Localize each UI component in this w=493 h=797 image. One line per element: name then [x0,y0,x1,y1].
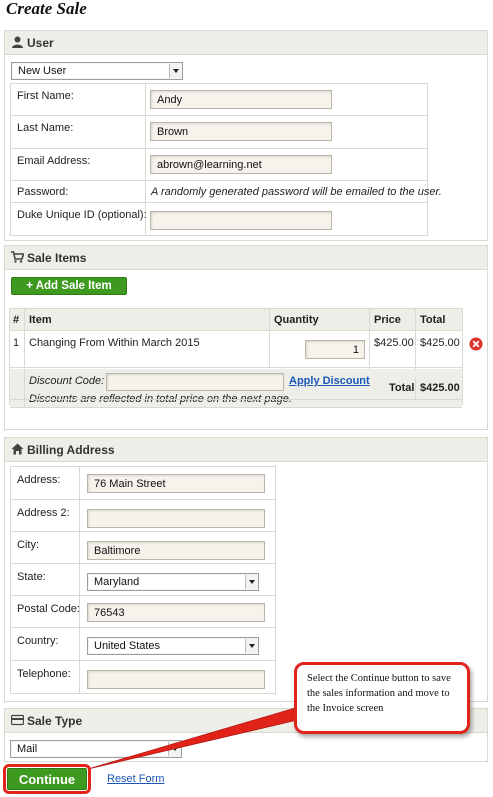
sale-type-select[interactable]: Mail [10,740,182,758]
item-price: $425.00 [374,337,414,349]
email-field[interactable]: abrown@learning.net [150,155,332,174]
state-row: State: Maryland [11,564,275,596]
city-label: City: [17,539,39,551]
cart-icon [11,251,24,263]
continue-highlight [3,764,91,794]
user-type-select-value: New User [18,65,67,77]
duke-id-label: Duke Unique ID (optional): [17,209,147,221]
last-name-field[interactable]: Brown [150,122,332,141]
col-header-total: Total [420,314,446,326]
col-divider [24,331,25,367]
item-total: $425.00 [420,337,460,349]
total-row: Total $425.00 [9,377,463,400]
user-section-title: User [27,36,54,50]
address2-label: Address 2: [17,507,70,519]
email-label: Email Address: [17,155,91,167]
col-header-quantity: Quantity [274,314,319,326]
chevron-down-icon [245,575,257,589]
postal-field[interactable]: 76543 [87,603,265,622]
country-select-value: United States [94,640,161,652]
city-field[interactable]: Baltimore [87,541,265,560]
sale-type-title: Sale Type [27,714,83,728]
total-label: Total [389,382,415,394]
add-sale-item-button[interactable]: + Add Sale Item [11,277,127,295]
chevron-down-icon [169,64,181,78]
email-row: Email Address: abrown@learning.net [11,149,427,181]
state-label: State: [17,571,46,583]
item-name: Changing From Within March 2015 [29,337,200,349]
postal-label: Postal Code: [17,603,80,615]
last-name-label: Last Name: [17,122,74,134]
first-name-row: First Name: Andy [11,84,427,116]
quantity-field[interactable]: 1 [305,340,365,359]
first-name-label: First Name: [17,90,74,102]
password-row: Password: A randomly generated password … [11,181,442,203]
billing-title: Billing Address [27,443,115,457]
billing-form-table: Address: 76 Main Street Address 2: City:… [10,466,276,694]
state-select-value: Maryland [94,576,140,588]
sale-type-value: Mail [17,743,38,755]
callout-note: Select the Continue button to save the s… [294,662,470,734]
user-icon [12,36,23,48]
telephone-row: Telephone: [11,661,275,695]
reset-form-link[interactable]: Reset Form [107,773,164,785]
chevron-down-icon [168,742,180,756]
remove-item-icon[interactable] [469,337,483,351]
first-name-field[interactable]: Andy [150,90,332,109]
table-row: 1 Changing From Within March 2015 1 $425… [10,331,462,368]
col-header-price: Price [374,314,401,326]
grand-total: $425.00 [420,382,460,394]
country-select[interactable]: United States [87,637,259,655]
col-divider [415,377,416,399]
postal-row: Postal Code: 76543 [11,596,275,628]
col-divider [24,377,25,399]
address2-field[interactable] [87,509,265,528]
duke-id-field[interactable] [150,211,332,230]
sale-items-header: Sale Items [5,246,487,270]
user-type-select[interactable]: New User [11,62,183,80]
telephone-field[interactable] [87,670,265,689]
address-label: Address: [17,474,61,486]
state-select[interactable]: Maryland [87,573,259,591]
sale-items-panel: Sale Items + Add Sale Item # Item Quanti… [4,245,488,430]
password-note: A randomly generated password will be em… [151,186,442,198]
duke-id-row: Duke Unique ID (optional): [11,203,427,237]
city-row: City: Baltimore [11,532,275,564]
country-label: Country: [17,635,59,647]
col-divider [24,309,25,331]
billing-header: Billing Address [5,438,487,462]
user-panel-header: User [5,31,487,55]
page-title: Create Sale [6,0,87,18]
user-form-table: First Name: Andy Last Name: Brown Email … [10,83,442,237]
col-header-num: # [13,314,20,326]
chevron-down-icon [245,639,257,653]
credit-card-icon [11,714,24,726]
password-label: Password: [17,186,69,198]
last-name-row: Last Name: Brown [11,116,427,149]
col-header-item: Item [29,314,52,326]
address-row: Address: 76 Main Street [11,467,275,500]
address-field[interactable]: 76 Main Street [87,474,265,493]
item-number: 1 [13,337,20,349]
user-panel: User New User First Name: Andy Last Name… [4,30,488,241]
country-row: Country: United States [11,628,275,661]
home-icon [11,443,24,455]
address2-row: Address 2: [11,500,275,532]
sale-items-title: Sale Items [27,251,87,265]
telephone-label: Telephone: [17,668,71,680]
